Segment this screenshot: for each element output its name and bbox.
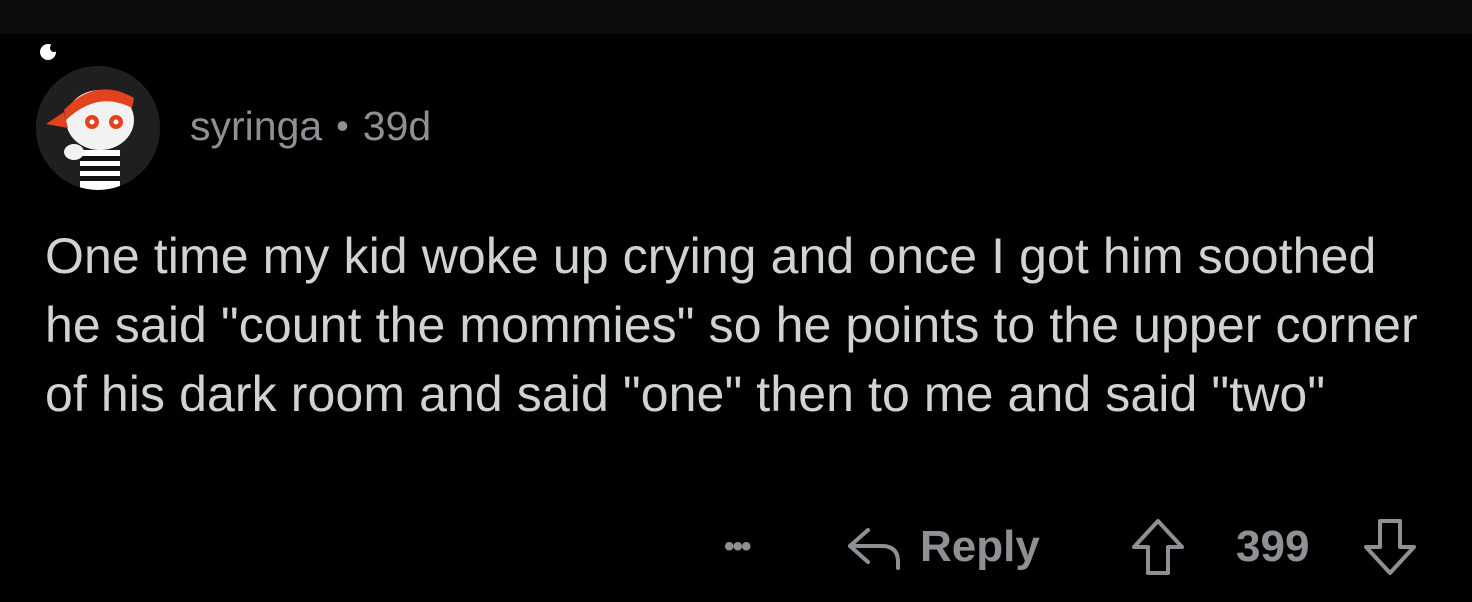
reply-button[interactable]: Reply <box>844 512 1040 582</box>
meta-separator: • <box>336 105 349 146</box>
downvote-arrow-icon <box>1364 519 1416 575</box>
reply-label: Reply <box>920 522 1040 571</box>
more-options-button[interactable]: ••• <box>724 512 751 582</box>
more-options-icon: ••• <box>724 530 751 563</box>
comment-body: One time my kid woke up crying and once … <box>45 228 1418 422</box>
thread-line-icon[interactable] <box>38 42 58 62</box>
top-divider <box>0 0 1472 34</box>
comment-age: 39d <box>362 102 432 149</box>
reply-arrow-icon <box>848 528 900 570</box>
author-name[interactable]: syringa <box>190 103 322 150</box>
comment-actions: ••• Reply 399 <box>0 512 1472 582</box>
upvote-button[interactable] <box>1130 512 1186 582</box>
vote-score: 399 <box>1236 522 1310 571</box>
upvote-arrow-icon <box>1132 519 1184 575</box>
comment-meta: syringa • 39d <box>190 100 431 152</box>
downvote-button[interactable] <box>1362 512 1418 582</box>
avatar[interactable] <box>36 66 160 190</box>
snoo-avatar-icon <box>36 66 160 190</box>
